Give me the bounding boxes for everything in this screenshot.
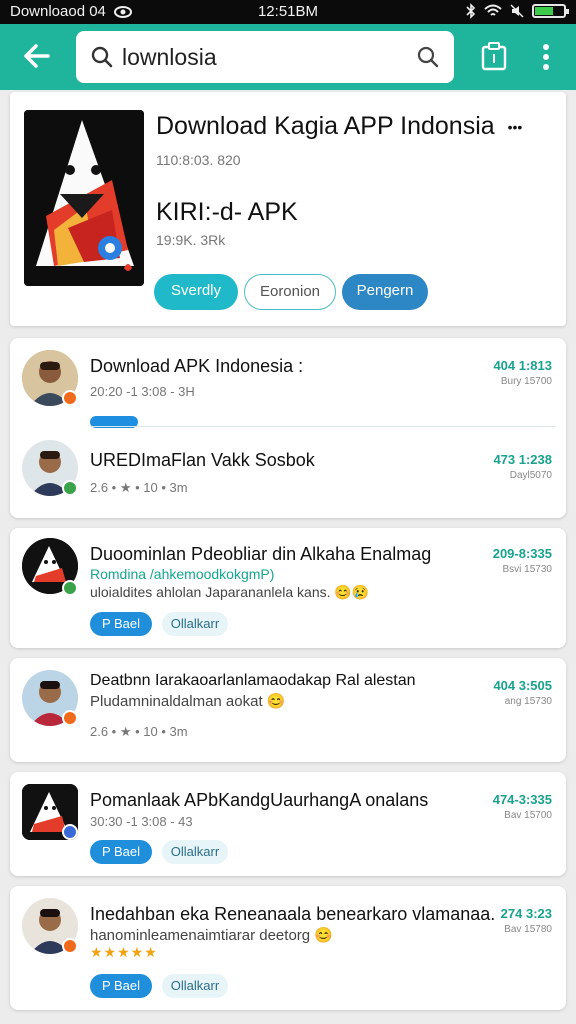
back-button[interactable]	[14, 36, 60, 76]
search-input[interactable]	[122, 43, 392, 71]
wifi-icon	[484, 4, 502, 16]
result-card[interactable]: Inedahban eka Reneanaala benearkaro vlam…	[10, 886, 566, 1010]
result-card[interactable]: Deatbnn Iarakaoarlanlamaodakap Ral alest…	[10, 658, 566, 762]
search-submit-icon[interactable]	[416, 45, 440, 69]
more-button[interactable]	[532, 42, 560, 72]
primary-pill-button[interactable]: P Bael	[90, 840, 152, 864]
result-size: Bav 15700	[504, 810, 552, 821]
tertiary-action-button[interactable]: Pengern	[342, 274, 428, 310]
result-description: uloialdites ahlolan Japarananlela kans. …	[90, 584, 370, 600]
status-bar: Downloaod 04 12:51BM	[0, 0, 576, 24]
rating-stars: ★★★★★	[90, 944, 158, 960]
search-bar[interactable]	[76, 31, 454, 83]
arrow-left-icon	[24, 44, 50, 68]
app-title: Download Kagia APP Indonsia •••	[156, 112, 523, 140]
divider	[90, 426, 556, 427]
result-size: Dayl5070	[509, 470, 552, 481]
result-subtitle: Romdina /ahkemoodkokgmP)	[90, 566, 275, 582]
more-vertical-icon	[543, 44, 549, 70]
secondary-pill-button[interactable]: Ollalkarr	[162, 612, 228, 636]
result-meta: 2.6 • ★ • 10 • 3m	[90, 724, 188, 739]
result-meta: 2.6 • ★ • 10 • 3m	[90, 480, 188, 495]
result-title[interactable]: Inedahban eka Reneanaala benearkaro vlam…	[90, 904, 495, 925]
result-card[interactable]: Pomanlaak APbKandgUaurhangA onalans 30:3…	[10, 772, 566, 876]
shark-logo-icon	[24, 110, 144, 286]
result-title[interactable]: UREDImaFlan Vakk Sosbok	[90, 450, 315, 471]
result-subtitle: hanominleamenaimtiarar deetorg 😊	[90, 927, 333, 944]
top-toolbar	[0, 24, 576, 90]
result-date: 404 1:813	[493, 358, 552, 373]
result-title[interactable]: Duoominlan Pdeobliar din Alkaha Enalmag	[90, 544, 431, 565]
secondary-pill-button[interactable]: Ollalkarr	[162, 840, 228, 864]
app-meta-secondary: 19:9K. 3Rk	[156, 232, 226, 248]
secondary-pill-button[interactable]: Ollalkarr	[162, 974, 228, 998]
result-card[interactable]: Duoominlan Pdeobliar din Alkaha Enalmag …	[10, 528, 566, 648]
result-date: 473 1:238	[493, 452, 552, 467]
clipboard-icon	[481, 42, 507, 71]
status-badge	[62, 390, 78, 406]
result-title[interactable]: Pomanlaak APbKandgUaurhangA onalans	[90, 790, 428, 811]
app-header-card: Download Kagia APP Indonsia ••• 110:8:03…	[10, 92, 566, 326]
result-size: Bsvi 15730	[502, 564, 552, 575]
status-badge	[62, 480, 78, 496]
app-name: KIRI:-d- APK	[156, 198, 298, 226]
app-logo	[24, 110, 144, 286]
status-badge	[62, 824, 78, 840]
result-size: Bury 15700	[500, 376, 552, 387]
result-date: 209-8:335	[492, 546, 552, 561]
app-meta-primary: 110:8:03. 820	[156, 152, 241, 168]
result-subtitle: Pludamninaldalman aokat 😊	[90, 693, 286, 710]
primary-action-button[interactable]: Sverdly	[154, 274, 238, 310]
status-badge	[62, 710, 78, 726]
primary-pill-button[interactable]: P Bael	[90, 612, 152, 636]
result-size: Bav 15780	[504, 924, 552, 935]
secondary-action-button[interactable]: Eoronion	[244, 274, 336, 310]
primary-pill-button[interactable]: P Bael	[90, 974, 152, 998]
status-badge	[62, 580, 78, 596]
search-icon	[91, 46, 113, 68]
result-title[interactable]: Deatbnn Iarakaoarlanlamaodakap Ral alest…	[90, 672, 416, 690]
result-title[interactable]: Download APK Indonesia :	[90, 356, 303, 377]
result-meta: 20:20 -1 3:08 - 3H	[90, 384, 195, 399]
mute-icon	[510, 4, 524, 18]
title-more-icon[interactable]: •••	[508, 119, 523, 135]
result-card[interactable]: Download APK Indonesia : 20:20 -1 3:08 -…	[10, 338, 566, 518]
result-date: 274 3:23	[500, 906, 552, 921]
clipboard-button[interactable]	[480, 42, 510, 72]
status-badge	[62, 938, 78, 954]
result-meta: 30:30 -1 3:08 - 43	[90, 814, 193, 829]
result-date: 474-3:335	[492, 792, 552, 807]
result-date: 404 3:505	[493, 678, 552, 693]
battery-icon	[532, 4, 569, 18]
bluetooth-icon	[466, 3, 476, 19]
result-size: ang 15730	[504, 696, 552, 707]
